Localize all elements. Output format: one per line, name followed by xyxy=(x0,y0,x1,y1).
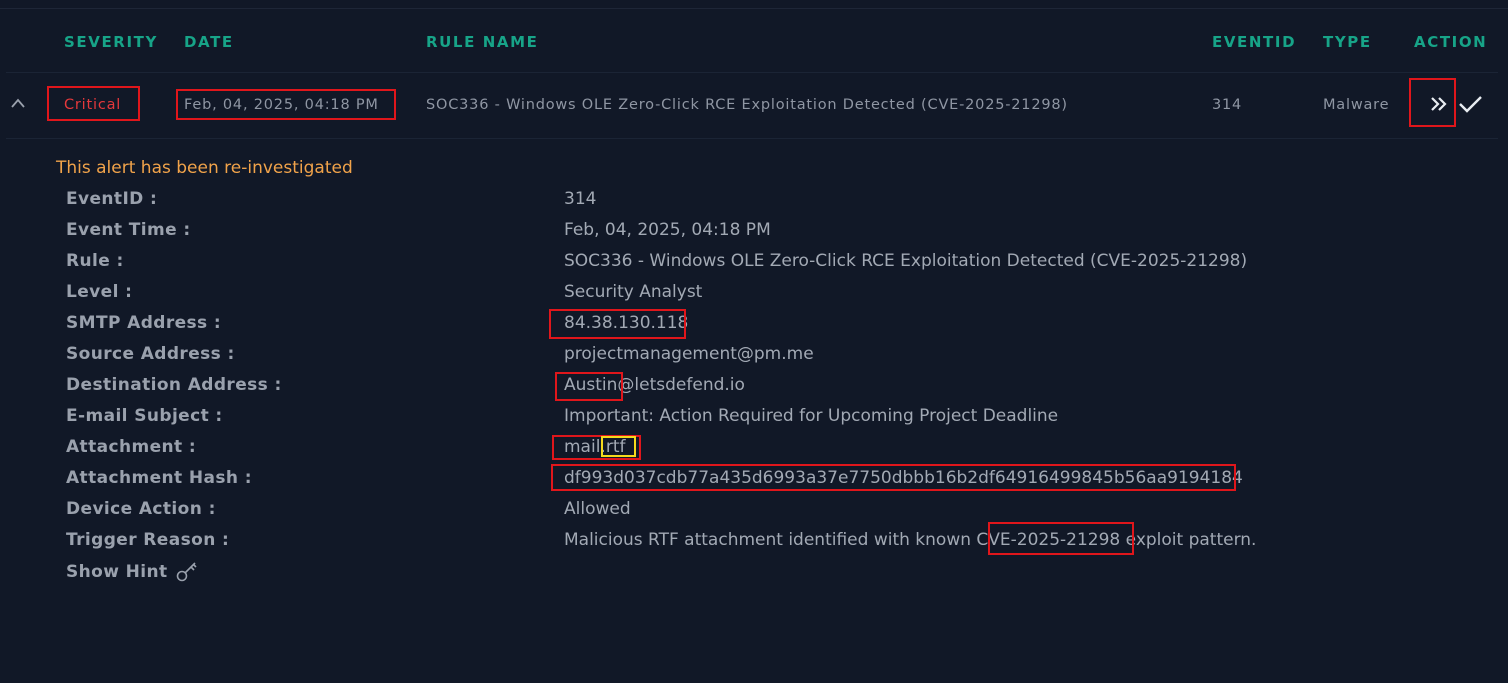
annotation-box-cve xyxy=(988,522,1134,555)
row-divider-bottom xyxy=(6,138,1498,139)
key-icon[interactable] xyxy=(175,561,199,583)
alert-type: Malware xyxy=(1323,97,1390,113)
field-label-destination-address: Destination Address : xyxy=(66,375,282,395)
field-label-level: Level : xyxy=(66,282,133,302)
annotation-box-action xyxy=(1409,78,1456,127)
header-action[interactable]: ACTION xyxy=(1414,33,1487,51)
header-severity[interactable]: SEVERITY xyxy=(64,33,158,51)
field-value-event-time: Feb, 04, 2025, 04:18 PM xyxy=(564,220,771,240)
row-divider-top xyxy=(6,72,1498,73)
check-icon[interactable] xyxy=(1458,92,1484,116)
field-value-email-subject: Important: Action Required for Upcoming … xyxy=(564,406,1059,426)
annotation-box-smtp xyxy=(549,309,686,339)
top-divider xyxy=(0,8,1508,9)
annotation-box-severity xyxy=(47,86,140,121)
field-label-email-subject: E-mail Subject : xyxy=(66,406,223,426)
field-value-eventid: 314 xyxy=(564,189,597,209)
reinvestigated-notice: This alert has been re-investigated xyxy=(56,158,353,178)
field-label-event-time: Event Time : xyxy=(66,220,191,240)
header-rule-name[interactable]: RULE NAME xyxy=(426,33,539,51)
field-value-rule: SOC336 - Windows OLE Zero-Click RCE Expl… xyxy=(564,251,1248,271)
field-value-trigger-reason: Malicious RTF attachment identified with… xyxy=(564,530,1257,550)
field-label-eventid: EventID : xyxy=(66,189,158,209)
annotation-box-destination xyxy=(555,372,623,401)
alert-rule-name[interactable]: SOC336 - Windows OLE Zero-Click RCE Expl… xyxy=(426,97,1068,113)
header-date[interactable]: DATE xyxy=(184,33,234,51)
alert-eventid: 314 xyxy=(1212,97,1243,113)
field-value-device-action: Allowed xyxy=(564,499,631,519)
annotation-box-extension xyxy=(601,436,636,457)
header-type[interactable]: TYPE xyxy=(1323,33,1372,51)
field-label-trigger-reason: Trigger Reason : xyxy=(66,530,230,550)
field-label-source-address: Source Address : xyxy=(66,344,235,364)
annotation-box-hash xyxy=(551,464,1236,491)
header-eventid[interactable]: EVENTID xyxy=(1212,33,1296,51)
field-label-device-action: Device Action : xyxy=(66,499,216,519)
field-label-attachment-hash: Attachment Hash : xyxy=(66,468,252,488)
field-label-attachment: Attachment : xyxy=(66,437,197,457)
annotation-box-date xyxy=(176,89,396,120)
show-hint-button[interactable]: Show Hint xyxy=(66,562,168,582)
field-label-smtp-address: SMTP Address : xyxy=(66,313,222,333)
field-value-source-address: projectmanagement@pm.me xyxy=(564,344,814,364)
field-value-level: Security Analyst xyxy=(564,282,703,302)
field-label-rule: Rule : xyxy=(66,251,124,271)
chevron-up-icon[interactable] xyxy=(10,96,26,110)
